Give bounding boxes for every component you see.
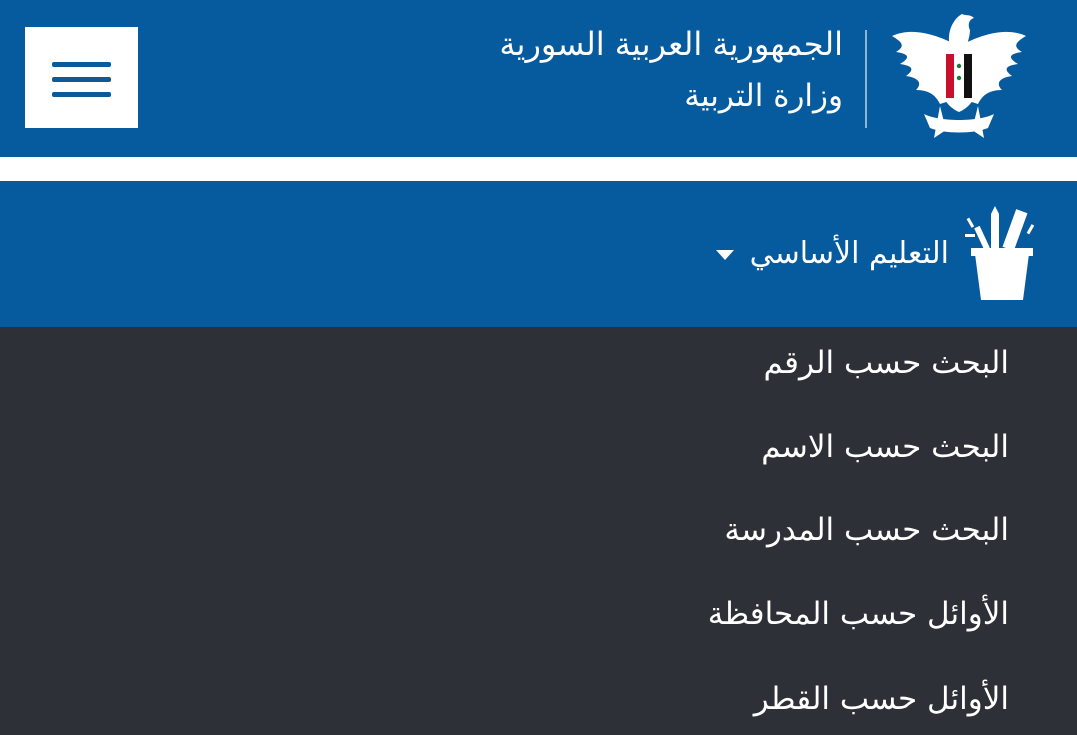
menu-button[interactable] [25,27,138,128]
section-dropdown-toggle[interactable]: التعليم الأساسي [715,203,1039,303]
menu-item-top-by-governorate[interactable]: الأوائل حسب المحافظة [708,584,1009,644]
country-title: الجمهورية العربية السورية [499,25,843,63]
ministry-title: وزارة التربية [684,78,843,114]
menu-item-search-by-name[interactable]: البحث حسب الاسم [761,417,1009,477]
syrian-eagle-emblem-icon[interactable] [884,6,1034,142]
menu-item-search-by-number[interactable]: البحث حسب الرقم [764,333,1009,393]
section-label: التعليم الأساسي [749,235,949,271]
menu-item-search-by-school[interactable]: البحث حسب المدرسة [724,500,1009,560]
menu-item-top-nationwide[interactable]: الأوائل حسب القطر [754,669,1009,729]
caret-down-icon [715,250,734,260]
search-options-menu: البحث حسب الرقم البحث حسب الاسم البحث حس… [0,327,1077,735]
app-page: الجمهورية العربية السورية وزارة التربية [0,0,1077,735]
header-divider [865,30,867,128]
pencil-cup-icon [965,206,1035,300]
site-header: الجمهورية العربية السورية وزارة التربية [0,0,1077,157]
header-separator [0,157,1077,181]
section-nav-bar: التعليم الأساسي [0,181,1077,327]
ministry-title-block: الجمهورية العربية السورية وزارة التربية [499,18,843,122]
